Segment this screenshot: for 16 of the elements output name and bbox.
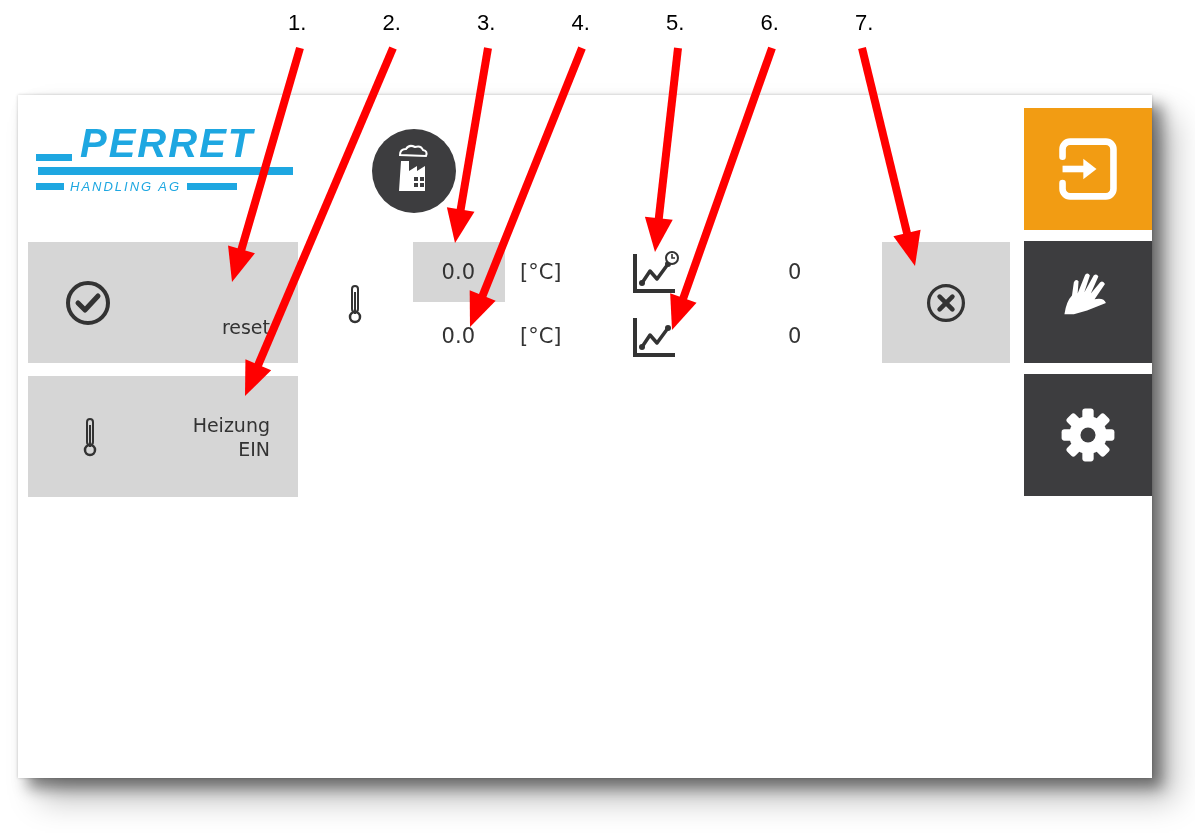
unit-text: [°C] bbox=[519, 260, 563, 284]
callout-number: 2. bbox=[382, 10, 401, 36]
company-logo: PERRET HANDLING AG bbox=[36, 123, 298, 207]
counter-text: 0 bbox=[788, 260, 802, 284]
value-text: 0.0 bbox=[440, 323, 476, 350]
callout-number: 5. bbox=[666, 10, 685, 36]
heating-button[interactable]: Heizung EIN bbox=[28, 376, 298, 497]
callout-number: 6. bbox=[760, 10, 779, 36]
unit-text: [°C] bbox=[519, 324, 563, 348]
callout-number: 4. bbox=[571, 10, 590, 36]
callout-number: 3. bbox=[477, 10, 496, 36]
callout-number: 7. bbox=[855, 10, 874, 36]
reset-button[interactable]: reset bbox=[28, 242, 298, 363]
value-field[interactable]: 0.0 bbox=[413, 242, 505, 302]
counter-text: 0 bbox=[788, 324, 802, 348]
callout-number: 1. bbox=[288, 10, 307, 36]
